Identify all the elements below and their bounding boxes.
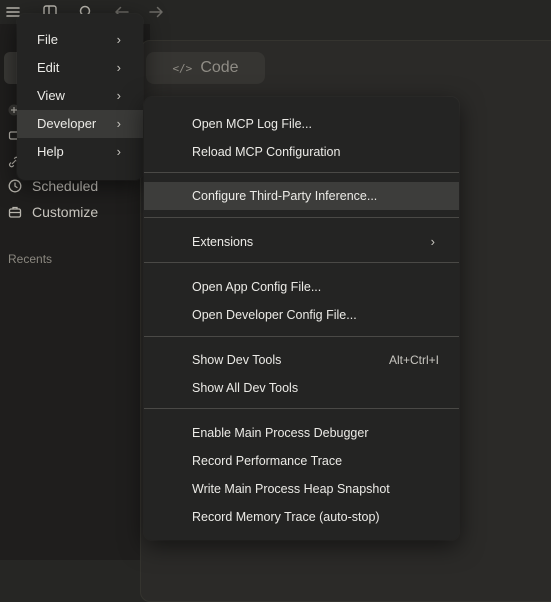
menu-item-open-app-config-file[interactable]: Open App Config File... (144, 273, 459, 301)
menu-item-label: Edit (37, 60, 60, 75)
menu-item-label: File (37, 32, 58, 47)
app-menu: File › Edit › View › Developer › Help › (17, 14, 143, 180)
menu-item-label: Help (37, 144, 64, 159)
menu-item-view[interactable]: View › (17, 82, 143, 110)
sidebar-item-label: Customize (32, 204, 99, 220)
menu-item-label: Record Memory Trace (auto-stop) (192, 510, 380, 524)
chevron-right-icon: › (116, 116, 121, 131)
menu-item-label: Reload MCP Configuration (192, 145, 341, 159)
menu-item-developer[interactable]: Developer › (17, 110, 143, 138)
keyboard-shortcut: Alt+Ctrl+I (388, 353, 439, 367)
chevron-right-icon: › (116, 32, 121, 47)
menu-separator (144, 408, 459, 409)
menu-item-show-all-dev-tools[interactable]: Show All Dev Tools (144, 374, 459, 402)
menu-item-record-memory-trace[interactable]: Record Memory Trace (auto-stop) (144, 503, 459, 531)
menu-item-open-mcp-log-file[interactable]: Open MCP Log File... (144, 110, 459, 138)
menu-separator (144, 172, 459, 173)
menu-item-edit[interactable]: Edit › (17, 54, 143, 82)
code-tab[interactable]: </> Code (146, 52, 265, 84)
menu-item-label: Open App Config File... (192, 280, 322, 294)
menu-item-label: Show All Dev Tools (192, 381, 299, 395)
forward-arrow-icon[interactable] (147, 3, 165, 21)
chevron-right-icon: › (116, 88, 121, 103)
menu-item-label: Enable Main Process Debugger (192, 426, 369, 440)
clock-icon (8, 179, 22, 193)
menu-item-record-performance-trace[interactable]: Record Performance Trace (144, 447, 459, 475)
code-tab-label: Code (200, 59, 239, 76)
menu-item-label: Open MCP Log File... (192, 117, 312, 131)
chevron-right-icon: › (430, 234, 435, 249)
sidebar-item-scheduled[interactable]: Scheduled (8, 178, 98, 194)
menu-item-label: Write Main Process Heap Snapshot (192, 482, 390, 496)
chevron-right-icon: › (116, 144, 121, 159)
menu-item-reload-mcp-configuration[interactable]: Reload MCP Configuration (144, 138, 459, 166)
menu-item-label: View (37, 88, 65, 103)
menu-item-label: Configure Third-Party Inference... (192, 189, 378, 203)
menu-item-extensions[interactable]: Extensions › (144, 228, 459, 256)
menu-item-configure-third-party-inference[interactable]: Configure Third-Party Inference... (144, 182, 459, 210)
menu-separator (144, 217, 459, 218)
menu-item-label: Developer (37, 116, 97, 131)
briefcase-icon (8, 205, 22, 219)
menu-item-write-main-process-heap-snapshot[interactable]: Write Main Process Heap Snapshot (144, 475, 459, 503)
menu-item-label: Show Dev Tools (192, 353, 282, 367)
menu-item-help[interactable]: Help › (17, 138, 143, 166)
sidebar-item-customize[interactable]: Customize (8, 204, 98, 220)
menu-item-open-developer-config-file[interactable]: Open Developer Config File... (144, 301, 459, 329)
menu-item-label: Extensions (192, 235, 254, 249)
menu-item-file[interactable]: File › (17, 26, 143, 54)
chevron-right-icon: › (116, 60, 121, 75)
menu-separator (144, 262, 459, 263)
menu-item-label: Record Performance Trace (192, 454, 343, 468)
recents-heading: Recents (8, 252, 53, 266)
menu-separator (144, 336, 459, 337)
sidebar-item-label: Scheduled (32, 178, 99, 194)
menu-item-show-dev-tools[interactable]: Show Dev Tools Alt+Ctrl+I (144, 346, 459, 374)
menu-item-label: Open Developer Config File... (192, 308, 357, 322)
code-brackets-icon: </> (172, 61, 193, 75)
menu-item-enable-main-process-debugger[interactable]: Enable Main Process Debugger (144, 419, 459, 447)
developer-submenu: Open MCP Log File... Reload MCP Configur… (144, 97, 459, 540)
